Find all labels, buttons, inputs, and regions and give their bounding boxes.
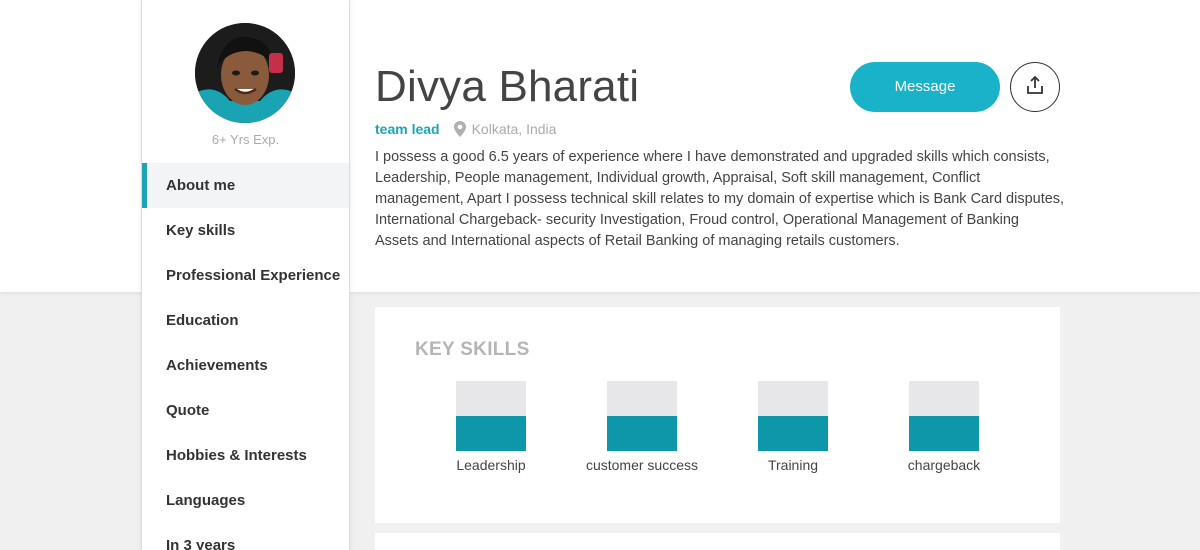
sidebar-item-about-me[interactable]: About me <box>142 163 349 208</box>
skill-level-fill <box>758 416 828 451</box>
share-upload-icon <box>1025 75 1045 100</box>
profile-sidebar: 6+ Yrs Exp. About me Key skills Profession… <box>141 0 350 550</box>
avatar <box>195 23 295 123</box>
sidebar-item-languages[interactable]: Languages <box>142 478 349 523</box>
skill-level-bar <box>758 381 828 451</box>
skill-level-fill <box>607 416 677 451</box>
skill-label: Training <box>767 457 819 473</box>
skill-item: Training <box>723 381 863 473</box>
sidebar-item-achievements[interactable]: Achievements <box>142 343 349 388</box>
message-button[interactable]: Message <box>850 62 1000 112</box>
skill-level-fill <box>456 416 526 451</box>
profile-meta: team lead Kolkata, India <box>375 121 556 137</box>
skill-level-bar <box>607 381 677 451</box>
profile-role: team lead <box>375 121 440 137</box>
sidebar-item-education[interactable]: Education <box>142 298 349 343</box>
sidebar-item-key-skills[interactable]: Key skills <box>142 208 349 253</box>
next-section-card <box>375 533 1060 550</box>
profile-location: Kolkata, India <box>471 121 557 137</box>
key-skills-title: KEY SKILLS <box>415 339 530 360</box>
sidebar-item-hobbies-and-interests[interactable]: Hobbies & Interests <box>142 433 349 478</box>
profile-bio: I possess a good 6.5 years of experience… <box>375 149 1065 249</box>
sidebar-item-quote[interactable]: Quote <box>142 388 349 433</box>
share-button[interactable] <box>1010 62 1060 112</box>
skill-level-fill <box>909 416 979 451</box>
skill-level-bar <box>909 381 979 451</box>
skill-item: chargeback <box>874 381 1014 473</box>
skill-item: customer success <box>572 381 712 473</box>
sidebar-item-professional-experience[interactable]: Professional Experience <box>142 253 349 298</box>
skill-item: Leadership <box>421 381 561 473</box>
skill-label: chargeback <box>907 457 981 473</box>
location-pin-icon <box>453 121 466 137</box>
skill-label: Leadership <box>456 457 526 473</box>
skill-level-bar <box>456 381 526 451</box>
experience-years: 6+ Yrs Exp. <box>211 132 280 147</box>
sidebar-item-in-3-years[interactable]: In 3 years <box>142 523 349 550</box>
sidebar-nav: About me Key skills Professional Experienc… <box>142 163 349 550</box>
key-skills-card: KEY SKILLS Leadership customer success Tra… <box>375 307 1060 523</box>
profile-name: Divya Bharati <box>375 62 640 111</box>
skill-label: customer success <box>585 457 699 473</box>
